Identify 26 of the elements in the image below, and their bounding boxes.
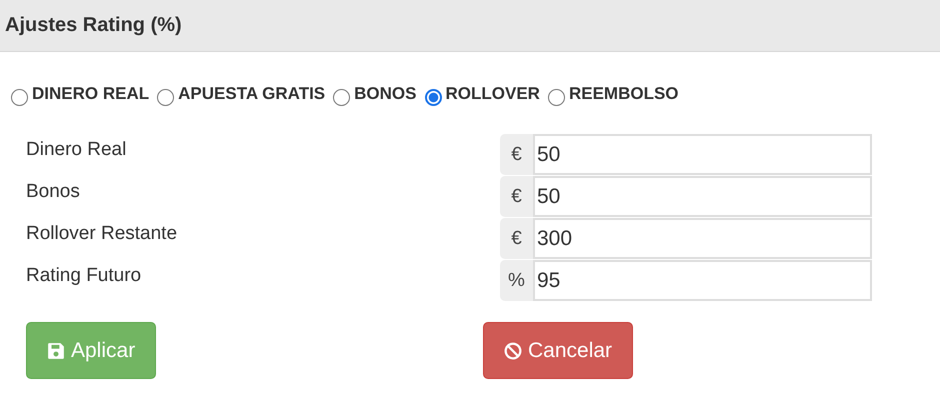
- input-field[interactable]: 300: [533, 218, 872, 259]
- field-label: Rating Futuro: [26, 264, 142, 288]
- radio-button[interactable]: [11, 88, 28, 106]
- input-addon: €: [500, 176, 533, 217]
- input-field[interactable]: 50: [533, 176, 872, 217]
- field-label: Bonos: [26, 180, 81, 204]
- field-label: Rollover Restante: [26, 222, 178, 246]
- radio-button[interactable]: [548, 88, 565, 106]
- radio-label[interactable]: APUESTA GRATIS: [178, 84, 326, 104]
- radio-label[interactable]: BONOS: [354, 84, 416, 104]
- input-addon: %: [500, 260, 533, 301]
- radio-button[interactable]: [157, 88, 174, 106]
- input-addon: €: [500, 218, 533, 259]
- input-addon: €: [500, 134, 533, 175]
- action-button[interactable]: Cancelar: [483, 322, 634, 379]
- input-field[interactable]: 50: [533, 134, 872, 175]
- ban-icon: [504, 342, 522, 360]
- radio-label[interactable]: DINERO REAL: [32, 84, 150, 104]
- field-label: Dinero Real: [26, 138, 128, 162]
- radio-label[interactable]: REEMBOLSO: [568, 84, 679, 104]
- radio-label[interactable]: ROLLOVER: [446, 84, 540, 104]
- dialog-title: Ajustes Rating (%): [5, 14, 182, 37]
- radio-button[interactable]: [333, 88, 350, 106]
- input-field[interactable]: 95: [533, 260, 872, 301]
- radio-button[interactable]: [424, 88, 442, 106]
- save-icon: [47, 342, 65, 360]
